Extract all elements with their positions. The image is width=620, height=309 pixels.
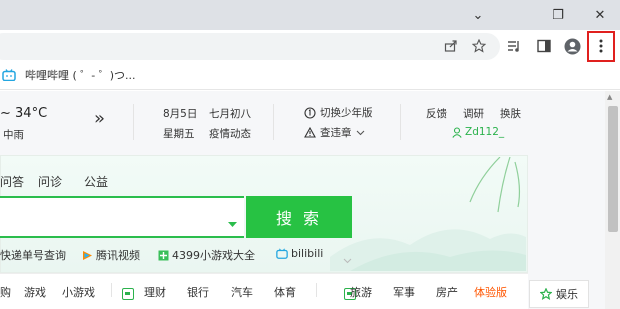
bookmark-bilibili[interactable]: 哔哩哔哩 ( ゜- ゜)つ... — [2, 67, 136, 83]
nav-item-mini-games[interactable]: 小游戏 — [62, 284, 95, 300]
epidemic-link[interactable]: 疫情动态 — [209, 126, 251, 141]
title-bar — [0, 0, 620, 30]
calendar-date[interactable]: 8月5日 — [163, 106, 197, 121]
nav-item-auto[interactable]: 汽车 — [231, 284, 253, 300]
warning-icon — [304, 127, 316, 138]
user-icon — [452, 126, 462, 138]
entertainment-label: 娱乐 — [556, 288, 578, 301]
bookmark-label: 哔哩哔哩 ( ゜- ゜)つ... — [25, 69, 136, 82]
sidebar-icon[interactable] — [533, 35, 555, 57]
quick-link-4399[interactable]: 4399小游戏大全 — [158, 247, 255, 263]
restore-window-button[interactable]: ❐ — [538, 0, 578, 30]
violation-query-label: 查违章 — [320, 127, 352, 139]
quick-link-tencent-video[interactable]: 腾讯视频 — [82, 247, 140, 263]
bilibili-icon — [276, 248, 288, 259]
skin-link[interactable]: 换肤 — [500, 106, 521, 121]
quick-link-bilibili[interactable]: bilibili — [276, 247, 323, 260]
calendar-lunar[interactable]: 七月初八 — [209, 106, 251, 121]
address-bar[interactable] — [0, 33, 500, 60]
youth-mode-label: 切换少年版 — [320, 107, 373, 119]
quick-link-express[interactable]: 快递单号查询 — [0, 247, 66, 263]
scroll-up-arrow-icon[interactable]: ▲ — [607, 93, 612, 101]
nav-item-beta[interactable]: 体验版 — [474, 284, 507, 300]
share-icon[interactable] — [440, 35, 462, 57]
search-tab-charity[interactable]: 公益 — [84, 173, 108, 190]
nav-item-travel[interactable]: 旅游 — [350, 284, 372, 300]
quick-link-label: bilibili — [291, 247, 324, 260]
chevron-down-icon — [356, 130, 364, 135]
youth-mode-toggle[interactable]: 切换少年版 — [304, 105, 373, 120]
search-tab-doctor[interactable]: 问诊 — [38, 173, 62, 190]
weather-more-icon[interactable]: » — [94, 108, 105, 129]
divider — [400, 104, 401, 140]
nav-item-military[interactable]: 军事 — [393, 284, 415, 300]
user-profile-link[interactable]: Zd112_ — [452, 126, 504, 138]
finance-category-icon — [122, 288, 134, 300]
divider — [133, 104, 134, 140]
youth-mode-icon — [304, 106, 316, 119]
quick-link-label: 腾讯视频 — [96, 249, 140, 262]
violation-query-menu[interactable]: 查违章 — [304, 125, 365, 140]
menu-button-highlight — [587, 31, 615, 62]
quick-link-label: 4399小游戏大全 — [172, 249, 255, 262]
divider — [111, 283, 112, 297]
survey-link[interactable]: 调研 — [463, 106, 484, 121]
landscape-decoration — [330, 157, 526, 271]
tencent-video-icon — [83, 250, 92, 260]
weather-temperature[interactable]: ~ 34°C — [0, 106, 47, 121]
profile-icon[interactable] — [561, 35, 583, 57]
nav-item-realestate[interactable]: 房产 — [436, 284, 458, 300]
divider — [316, 283, 317, 297]
bilibili-icon — [2, 69, 16, 81]
calendar-weekday[interactable]: 星期五 — [163, 126, 195, 141]
tab-search-chevron-icon[interactable]: ⌄ — [458, 0, 498, 30]
weather-condition[interactable]: 中雨 — [3, 127, 24, 142]
nav-item-games[interactable]: 游戏 — [24, 284, 46, 300]
4399-icon — [158, 250, 169, 260]
nav-item-sports[interactable]: 体育 — [274, 284, 296, 300]
nav-item-bank[interactable]: 银行 — [187, 284, 209, 300]
scrollbar-thumb[interactable] — [608, 106, 618, 232]
close-window-button[interactable]: ✕ — [580, 0, 620, 30]
reading-list-icon[interactable] — [503, 35, 525, 57]
divider — [273, 104, 274, 140]
bookmark-star-icon[interactable] — [468, 35, 490, 57]
search-button[interactable]: 搜 索 — [246, 196, 352, 238]
quick-links-expand-icon[interactable] — [343, 249, 352, 268]
entertainment-button[interactable]: 娱乐 — [529, 280, 589, 308]
nav-item-shopping[interactable]: 购 — [0, 284, 11, 300]
feedback-link[interactable]: 反馈 — [426, 106, 447, 121]
star-icon — [540, 288, 552, 300]
search-tab-qa[interactable]: 问答 — [0, 173, 24, 190]
search-dropdown-icon[interactable] — [228, 213, 237, 232]
nav-item-finance[interactable]: 理财 — [144, 284, 166, 300]
username: Zd112_ — [465, 126, 505, 138]
search-input[interactable] — [0, 196, 244, 238]
